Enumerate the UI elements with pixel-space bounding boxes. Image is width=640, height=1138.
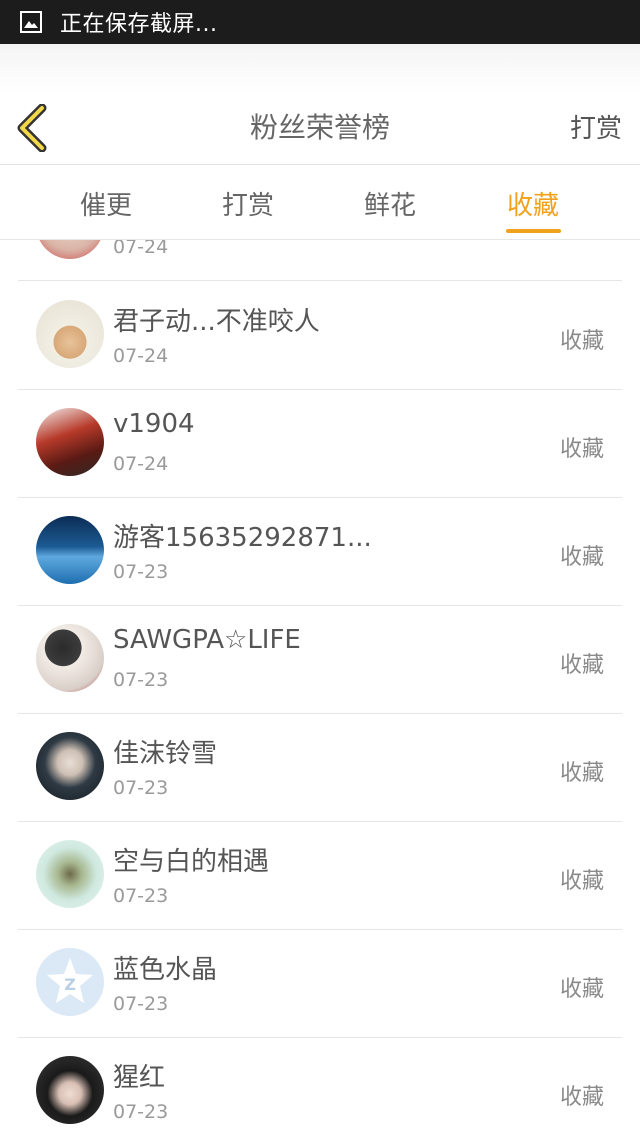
item-date: 07-24 <box>113 240 169 258</box>
item-date: 07-23 <box>113 669 169 691</box>
item-name: SAWGPA☆LIFE <box>113 625 301 655</box>
item-name: 猩红 <box>113 1063 166 1093</box>
tab-flowers[interactable]: 鲜花 <box>330 185 450 222</box>
svg-text:Z: Z <box>64 975 76 994</box>
item-date: 07-23 <box>113 993 169 1015</box>
list-item[interactable]: v1904 07-24 收藏 <box>18 389 622 498</box>
item-date: 07-23 <box>113 561 169 583</box>
item-action: 收藏 <box>559 545 604 570</box>
list-item[interactable]: 君子动...不准咬人 07-24 收藏 <box>18 281 622 390</box>
item-name: 佳沫铃雪 <box>113 739 218 769</box>
avatar <box>36 516 104 584</box>
item-name: 游客15635292871... <box>113 523 372 553</box>
reward-button[interactable]: 打赏 <box>570 108 622 145</box>
active-tab-indicator <box>506 229 561 233</box>
default-avatar-star-icon: Z <box>47 958 93 1003</box>
item-action: 收藏 <box>559 437 604 462</box>
avatar: Z <box>36 948 104 1016</box>
tab-reward[interactable]: 打赏 <box>188 185 308 222</box>
list-item[interactable]: 佳沫铃雪 07-23 收藏 <box>18 713 622 822</box>
status-text: 正在保存截屏... <box>60 12 218 37</box>
list-item[interactable]: 猩红 07-23 收藏 <box>18 1037 622 1138</box>
item-name: 君子动...不准咬人 <box>113 307 320 337</box>
screenshot-icon <box>20 11 42 33</box>
item-name: 空与白的相遇 <box>113 847 270 877</box>
list-item[interactable]: 07-24 <box>18 240 622 281</box>
item-action: 收藏 <box>559 977 604 1002</box>
item-date: 07-23 <box>113 885 169 907</box>
fan-list[interactable]: 07-24 君子动...不准咬人 07-24 收藏 v1904 07-24 收藏… <box>0 240 640 1138</box>
item-date: 07-23 <box>113 1101 169 1123</box>
list-item[interactable]: 空与白的相遇 07-23 收藏 <box>18 821 622 930</box>
item-action: 收藏 <box>559 869 604 894</box>
page-title: 粉丝荣誉榜 <box>249 111 390 144</box>
item-action: 收藏 <box>559 329 604 354</box>
tab-favorites[interactable]: 收藏 <box>473 185 593 222</box>
status-bar: 正在保存截屏... <box>0 0 640 44</box>
avatar <box>36 300 104 368</box>
tab-urge[interactable]: 催更 <box>46 185 166 222</box>
app-header: 粉丝荣誉榜 打赏 <box>0 44 640 165</box>
avatar <box>36 1056 104 1124</box>
item-date: 07-24 <box>113 345 169 367</box>
avatar <box>36 840 104 908</box>
item-date: 07-24 <box>113 453 169 475</box>
list-item[interactable]: Z 蓝色水晶 07-23 收藏 <box>18 929 622 1038</box>
avatar <box>36 624 104 692</box>
list-item[interactable]: SAWGPA☆LIFE 07-23 收藏 <box>18 605 622 714</box>
item-date: 07-23 <box>113 777 169 799</box>
avatar <box>36 732 104 800</box>
item-name: v1904 <box>113 409 195 439</box>
item-action: 收藏 <box>559 1085 604 1110</box>
item-action: 收藏 <box>559 761 604 786</box>
avatar <box>36 240 104 259</box>
avatar <box>36 408 104 476</box>
list-item[interactable]: 游客15635292871... 07-23 收藏 <box>18 497 622 606</box>
item-action: 收藏 <box>559 653 604 678</box>
item-name: 蓝色水晶 <box>113 955 218 985</box>
